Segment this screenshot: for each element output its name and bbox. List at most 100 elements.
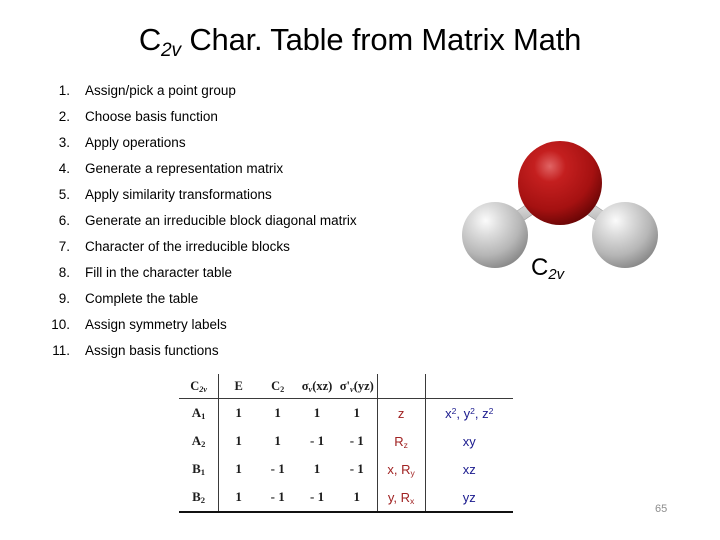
row-label-B2: B2: [179, 483, 220, 513]
character-value: 1: [218, 483, 259, 513]
operation-symbol: C: [271, 378, 281, 393]
table-header-row: C2v E C2 σv(xz) σ'v(yz): [179, 374, 513, 399]
page-title-text: Char. Table from Matrix Math: [189, 22, 582, 57]
list-item-number: 3.: [58, 135, 70, 150]
operation-subscript: 2: [280, 384, 285, 394]
list-item: 1. Assign/pick a point group: [18, 78, 438, 104]
list-item-number: 2.: [58, 109, 70, 124]
operation-subscript: v: [308, 384, 313, 394]
operation-subscript: v: [350, 384, 354, 394]
row-label-sub: 1: [200, 467, 206, 478]
quad-part-sup: 2: [451, 405, 457, 416]
list-item-number: 7.: [58, 239, 70, 254]
oxygen-atom: [518, 141, 602, 225]
character-value: - 1: [349, 461, 364, 476]
linear-basis-part: R: [401, 461, 411, 477]
quad-sep: ,: [456, 405, 464, 421]
linear-basis-part-sub: z: [403, 439, 408, 450]
linear-basis-value: x, Ry: [376, 455, 425, 483]
quad-part: z: [482, 405, 489, 421]
list-item-number: 9.: [58, 291, 70, 306]
character-value: - 1: [349, 433, 364, 448]
character-value: 1: [235, 433, 242, 448]
character-value: 1: [313, 405, 321, 420]
list-item-label: Assign basis functions: [85, 343, 219, 358]
row-label-sub: 2: [201, 439, 206, 450]
list-item: 3. Apply operations: [18, 130, 438, 156]
character-value: - 1: [297, 483, 337, 513]
quad-part: yz: [462, 489, 476, 505]
list-item: 4. Generate a representation matrix: [18, 156, 438, 182]
character-table: C2v E C2 σv(xz) σ'v(yz) A1 1 1 1 1 z x2,…: [179, 374, 513, 513]
character-value: 1: [336, 483, 378, 513]
list-item-label: Assign/pick a point group: [85, 83, 236, 98]
list-item-label: Generate an irreducible block diagonal m…: [85, 213, 357, 228]
list-item: 5. Apply similarity transformations: [18, 182, 438, 208]
operation-symbol: σ: [301, 378, 309, 393]
table-row: A1 1 1 1 1 z x2, y2, z2: [179, 398, 513, 427]
molecule-label-subscript: 2v: [548, 267, 565, 284]
list-item-label: Apply similarity transformations: [85, 187, 272, 202]
linear-basis-part: x,: [387, 461, 398, 477]
list-item-number: 10.: [51, 317, 70, 332]
quad-part: xz: [462, 461, 476, 477]
table-row: A2 1 1 - 1 - 1 Rz xy: [179, 427, 513, 455]
page-title-symbol: C: [138, 22, 162, 57]
list-item-number: 8.: [58, 265, 70, 280]
character-value: 1: [353, 405, 361, 420]
quadratic-basis-value: yz: [424, 483, 513, 513]
character-value: - 1: [258, 483, 298, 513]
row-label-A2: A2: [179, 427, 220, 455]
quadratic-basis-value: xz: [424, 455, 513, 483]
linear-basis-part: y,: [387, 489, 397, 505]
row-label-main: B: [192, 489, 201, 504]
linear-basis-value: Rz: [376, 427, 425, 455]
quad-part: x: [445, 405, 452, 421]
list-item-label: Apply operations: [85, 135, 186, 150]
linear-basis-part-sub: x: [410, 495, 415, 506]
character-value: 1: [274, 405, 281, 420]
list-item-label: Character of the irreducible blocks: [85, 239, 290, 254]
linear-basis-part: R: [400, 489, 411, 505]
character-value: 1: [235, 405, 242, 420]
column-header-quadratic-basis: [424, 374, 513, 399]
character-table-container: C2v E C2 σv(xz) σ'v(yz) A1 1 1 1 1 z x2,…: [179, 374, 513, 513]
row-label-main: A: [191, 433, 202, 448]
operation-paren: (yz): [353, 378, 374, 393]
quad-part-sup: 2: [488, 405, 494, 416]
character-value: 1: [235, 461, 242, 476]
column-header-operation-E: E: [218, 374, 259, 399]
list-item: 11. Assign basis functions: [18, 338, 438, 364]
page-number: 65: [655, 503, 668, 515]
row-label-sub: 2: [200, 495, 206, 506]
row-label-main: A: [191, 405, 202, 420]
column-header-operation-sigma-v-xz: σv(xz): [297, 374, 337, 399]
list-item-number: 11.: [52, 343, 70, 358]
linear-basis-part: R: [394, 433, 404, 449]
column-header-point-group: C2v: [179, 374, 220, 399]
list-item-number: 6.: [58, 213, 70, 228]
list-item: 2. Choose basis function: [18, 104, 438, 130]
list-item-number: 1.: [58, 83, 70, 98]
page-title: C2v Char. Table from Matrix Math: [0, 22, 720, 61]
list-item: 8. Fill in the character table: [18, 260, 438, 286]
column-header-linear-basis: [376, 374, 425, 399]
row-label-A1: A1: [179, 398, 220, 427]
linear-basis-value: z: [376, 398, 425, 427]
row-label-sub: 1: [201, 411, 206, 422]
character-value: - 1: [309, 433, 325, 448]
list-item-label: Choose basis function: [85, 109, 218, 124]
list-item-number: 4.: [58, 161, 70, 176]
column-header-operation-sigma-v-prime-yz: σ'v(yz): [336, 374, 378, 399]
quadratic-basis-value: xy: [424, 427, 513, 455]
character-value: - 1: [270, 461, 285, 476]
list-item-label: Complete the table: [85, 291, 199, 306]
character-value: 1: [313, 461, 321, 476]
linear-basis-value: y, Rx: [376, 483, 425, 513]
steps-list: 1. Assign/pick a point group 2. Choose b…: [18, 78, 438, 364]
row-label-main: B: [192, 461, 201, 476]
quadratic-basis-value: x2, y2, z2: [424, 398, 513, 427]
corner-label-subscript: 2v: [199, 384, 208, 394]
linear-basis-part-sub: y: [410, 467, 415, 478]
molecule-label-symbol: C: [531, 254, 549, 281]
